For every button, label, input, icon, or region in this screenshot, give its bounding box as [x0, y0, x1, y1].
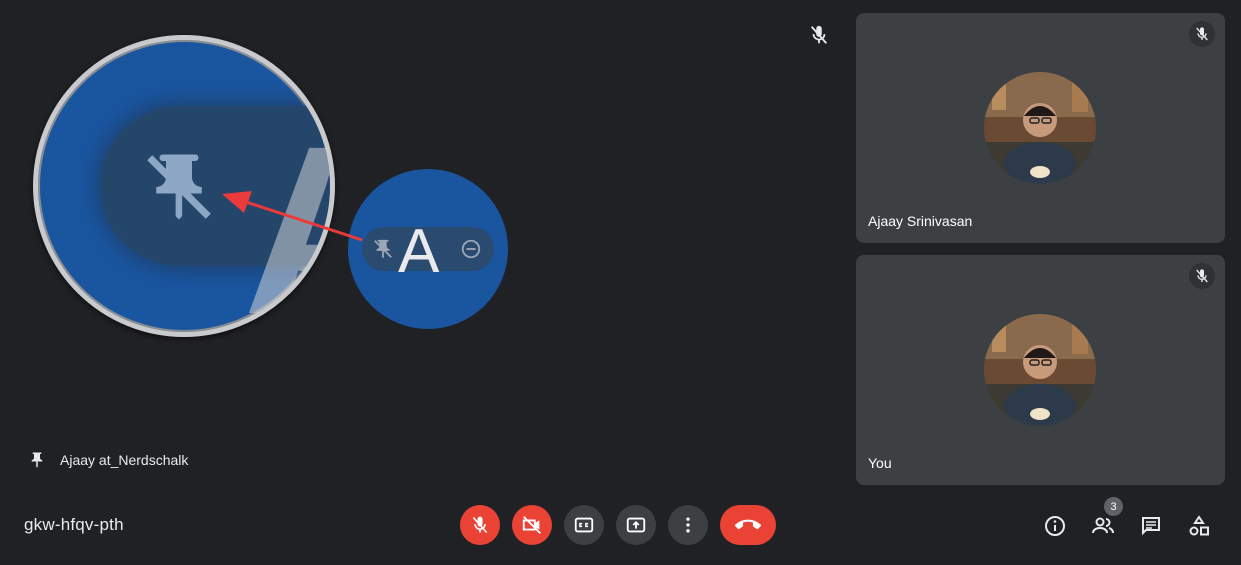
participant-name: You: [868, 455, 892, 471]
present-icon: [626, 517, 646, 533]
mic-toggle-button[interactable]: [460, 505, 500, 545]
pinned-participant-name: Ajaay at_Nerdschalk: [60, 452, 189, 468]
chat-button[interactable]: [1138, 513, 1164, 539]
more-vert-icon: [686, 517, 690, 533]
self-tile[interactable]: You: [856, 255, 1225, 485]
zoom-small-letter: A: [398, 217, 440, 286]
activities-icon: [1189, 515, 1209, 536]
present-button[interactable]: [616, 505, 656, 545]
more-options-button[interactable]: [668, 505, 708, 545]
participant-name: Ajaay Srinivasan: [868, 213, 973, 229]
end-call-icon: [735, 519, 761, 530]
captions-button[interactable]: [564, 505, 604, 545]
avatar: [984, 72, 1096, 184]
annotation-arrow: [222, 191, 363, 242]
mic-off-icon: [472, 516, 488, 534]
pin-icon: [31, 452, 43, 468]
chat-icon: [1142, 517, 1160, 536]
camera-off-icon: [522, 516, 541, 534]
captions-icon: [574, 517, 594, 533]
zoom-hover-circle: A: [348, 169, 508, 329]
people-icon: [1092, 517, 1114, 534]
meeting-details-button[interactable]: [1042, 513, 1068, 539]
participant-count-badge: 3: [1104, 497, 1123, 516]
remove-icon[interactable]: [460, 238, 482, 260]
end-call-button[interactable]: [720, 505, 776, 545]
mic-off-icon: [1189, 21, 1215, 47]
unpin-icon-magnified: [147, 154, 211, 220]
avatar: [984, 314, 1096, 426]
activities-button[interactable]: [1186, 513, 1212, 539]
info-icon: [1045, 516, 1065, 536]
mic-off-icon: [1189, 263, 1215, 289]
participant-tile[interactable]: Ajaay Srinivasan: [856, 13, 1225, 243]
people-button[interactable]: [1090, 513, 1116, 539]
meeting-code: gkw-hfqv-pth: [24, 515, 124, 534]
stage-mic-off-icon: [808, 24, 830, 46]
unpin-icon[interactable]: [372, 238, 394, 260]
pinned-participant-label: Ajaay at_Nerdschalk: [28, 450, 188, 470]
camera-toggle-button[interactable]: [512, 505, 552, 545]
